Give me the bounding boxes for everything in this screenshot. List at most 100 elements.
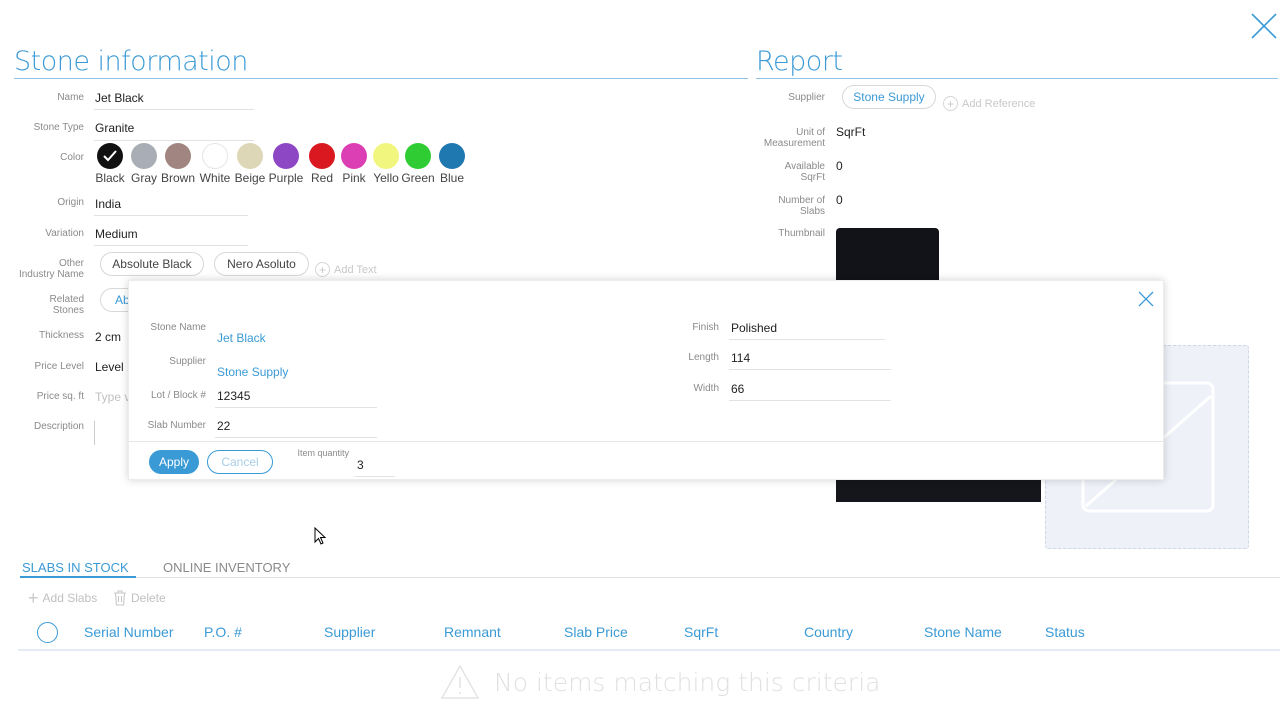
add-text-button[interactable]: + Add Text [315,262,377,277]
industry-name-tag[interactable]: Nero Asoluto [214,252,309,276]
other-industry-label-2: Industry Name [18,269,84,280]
color-swatch [97,143,123,169]
variation-select[interactable]: Medium [95,227,138,241]
col-supplier[interactable]: Supplier [324,624,375,640]
color-swatches: Black Gray Brown White Beige Purple Red Pink Yel… [90,143,490,187]
modal-supplier-value[interactable]: Stone Supply [217,365,288,379]
tab-slabs-in-stock[interactable]: SLABS IN STOCK [22,560,129,575]
name-underline [94,109,254,110]
price-sqft-input[interactable]: Type v [95,390,130,404]
variation-underline [94,245,248,246]
report-supplier-label: Supplier [788,92,825,103]
slab-image-strip [836,478,1041,502]
stone-type-select[interactable]: Granite [95,121,134,135]
stone-info-rule [14,78,748,79]
cancel-button[interactable]: Cancel [207,450,273,474]
stone-type-underline [94,140,254,141]
other-industry-label-1: Other [58,258,84,269]
color-option-white[interactable]: White [195,143,235,185]
color-swatch [131,143,157,169]
modal-close-icon[interactable] [1138,291,1154,307]
modal-length-underline [729,369,891,370]
thickness-label: Thickness [38,330,84,341]
color-swatch [237,143,263,169]
modal-slab-number-label: Slab Number [147,420,206,431]
select-all-checkbox[interactable] [37,622,58,643]
tab-online-inventory[interactable]: ONLINE INVENTORY [163,560,290,575]
add-reference-button[interactable]: + Add Reference [943,96,1035,111]
origin-underline [94,215,248,216]
available-sqft-label: Available SqrFt [755,161,825,183]
plus-icon: + [943,96,958,111]
color-option-brown[interactable]: Brown [158,143,198,185]
empty-state-message: No items matching this criteria [494,668,881,697]
name-input[interactable]: Jet Black [95,91,144,105]
variation-label: Variation [45,228,84,239]
number-of-slabs-value: 0 [836,193,843,207]
col-status[interactable]: Status [1045,624,1085,640]
close-page-icon[interactable] [1250,12,1278,40]
mouse-cursor-icon [314,526,327,545]
number-of-slabs-label: Number of Slabs [755,195,825,217]
modal-length-label: Length [688,352,719,363]
color-swatch [373,143,399,169]
col-stone-name[interactable]: Stone Name [924,624,1002,640]
modal-stone-name-value[interactable]: Jet Black [217,331,266,345]
modal-lot-input[interactable]: 12345 [217,389,250,403]
thickness-select[interactable]: 2 cm [95,330,121,344]
col-slab-price[interactable]: Slab Price [564,624,628,640]
item-quantity-input[interactable]: 3 [357,458,364,472]
slabs-label-1: Number of [778,195,825,206]
color-swatch [165,143,191,169]
delete-button[interactable]: Delete [113,590,166,606]
description-textarea[interactable] [94,421,128,445]
col-po[interactable]: P.O. # [204,624,242,640]
color-option-label: Blue [439,171,465,185]
color-option-label: Beige [234,171,266,185]
color-option-beige[interactable]: Beige [230,143,270,185]
col-country[interactable]: Country [804,624,853,640]
other-industry-label: Other Industry Name [14,258,84,280]
modal-width-underline [729,400,891,401]
slabs-label-2: Slabs [799,206,825,217]
col-sqrft[interactable]: SqrFt [684,624,718,640]
available-sqft-value: 0 [836,159,843,173]
industry-name-tag[interactable]: Absolute Black [100,252,204,276]
tabs-baseline [136,577,1280,578]
unit-label-1: Unit of [796,127,825,138]
stone-type-label: Stone Type [33,122,84,133]
color-swatch [309,143,335,169]
unit-label: Unit of Measurement [755,127,825,149]
available-label-1: Available [784,161,825,172]
color-option-label: White [199,171,231,185]
color-swatch [273,143,299,169]
col-remnant[interactable]: Remnant [444,624,501,640]
modal-slab-number-input[interactable]: 22 [217,419,230,433]
origin-input[interactable]: India [95,197,121,211]
thumbnail-image[interactable] [836,228,939,288]
add-slabs-button[interactable]: + Add Slabs [28,589,97,607]
origin-label: Origin [57,197,84,208]
modal-width-input[interactable]: 66 [731,382,744,396]
modal-finish-underline [729,339,885,340]
related-stones-label-2: Stones [52,305,84,316]
unit-label-2: Measurement [763,138,825,149]
color-option-purple[interactable]: Purple [266,143,306,185]
available-label-2: SqrFt [800,172,825,183]
color-swatch [341,143,367,169]
color-option-label: Brown [160,171,195,185]
apply-button[interactable]: Apply [149,450,199,474]
warning-icon [440,664,480,700]
thumbnail-label: Thumbnail [778,228,825,239]
color-swatch [202,143,228,169]
report-supplier-tag[interactable]: Stone Supply [842,85,936,109]
modal-length-input[interactable]: 114 [731,351,750,365]
col-serial-number[interactable]: Serial Number [84,624,173,640]
related-stones-label: Related Stones [14,294,84,316]
name-label: Name [57,92,84,103]
modal-finish-select[interactable]: Polished [731,321,777,335]
color-swatch [439,143,465,169]
trash-icon [114,590,126,606]
color-option-blue[interactable]: Blue [432,143,472,185]
slab-edit-modal: Stone Name Jet Black Supplier Stone Supp… [128,280,1165,480]
